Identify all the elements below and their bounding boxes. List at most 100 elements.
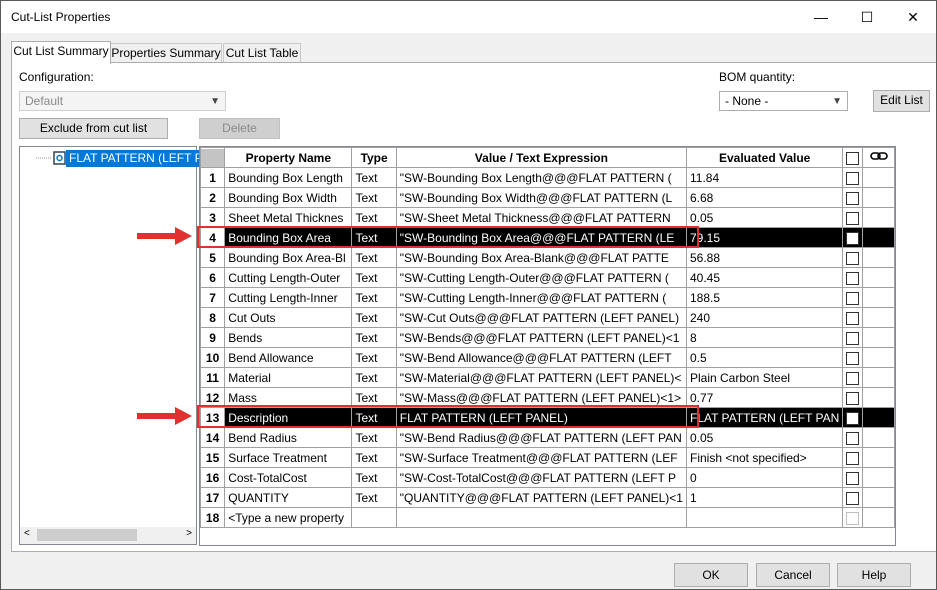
select-all-checkbox[interactable] [846,151,860,165]
include-checkbox-cell[interactable] [842,287,864,308]
type-cell[interactable]: Text [351,367,397,388]
table-row[interactable]: 6 Cutting Length-Outer Text "SW-Cutting Len… [200,267,895,288]
include-checkbox[interactable] [846,431,860,445]
include-checkbox[interactable] [846,251,860,265]
property-name-cell[interactable]: Bounding Box Length [224,167,353,188]
include-checkbox-cell[interactable] [842,367,864,388]
value-expression-cell[interactable]: FLAT PATTERN (LEFT PANEL) [395,407,687,428]
property-name-cell[interactable]: Cutting Length-Inner [224,287,353,308]
exclude-from-cut-list-button[interactable]: Exclude from cut list [19,118,168,139]
scroll-left-icon[interactable]: < [24,528,30,539]
include-checkbox[interactable] [846,191,860,205]
include-checkbox[interactable] [846,491,860,505]
table-row[interactable]: 10 Bend Allowance Text "SW-Bend Allowance@@… [200,347,895,368]
delete-button[interactable]: Delete [199,118,280,139]
property-name-cell[interactable]: Cutting Length-Outer [224,267,353,288]
include-checkbox-cell[interactable] [842,227,864,248]
evaluated-value-cell[interactable]: 0.05 [685,207,844,228]
evaluated-value-cell[interactable]: 240 [685,307,844,328]
link-cell[interactable] [862,187,895,208]
include-checkbox[interactable] [846,471,860,485]
evaluated-value-cell[interactable]: Plain Carbon Steel [685,367,844,388]
link-cell[interactable] [862,327,895,348]
link-cell[interactable] [862,247,895,268]
type-cell[interactable]: Text [351,347,397,368]
table-row[interactable]: 8 Cut Outs Text "SW-Cut Outs@@@FLAT PATTERN… [200,307,895,328]
evaluated-value-cell[interactable]: 40.45 [685,267,844,288]
type-cell[interactable]: Text [351,407,397,428]
type-cell[interactable]: Text [351,447,397,468]
column-header-checkbox[interactable] [842,147,864,168]
include-checkbox-cell[interactable] [842,347,864,368]
type-cell[interactable]: Text [351,187,397,208]
include-checkbox-cell[interactable] [842,407,864,428]
value-expression-cell[interactable]: "SW-Bend Allowance@@@FLAT PATTERN (LEFT [395,347,687,368]
link-cell[interactable] [862,167,895,188]
table-row[interactable]: 15 Surface Treatment Text "SW-Surface Treat… [200,447,895,468]
tab-cut-list-table[interactable]: Cut List Table [223,43,301,63]
cancel-button[interactable]: Cancel [756,563,830,587]
include-checkbox-cell[interactable] [842,167,864,188]
include-checkbox[interactable] [846,331,860,345]
link-cell[interactable] [862,307,895,328]
table-row[interactable]: 17 QUANTITY Text "QUANTITY@@@FLAT PATTERN (… [200,487,895,508]
link-cell[interactable] [862,447,895,468]
maximize-button[interactable]: ☐ [844,1,890,33]
bom-quantity-select[interactable]: - None - ▼ [719,91,848,111]
value-expression-cell[interactable]: "SW-Bends@@@FLAT PATTERN (LEFT PANEL)<1 [395,327,687,348]
column-header-property-name[interactable]: Property Name [224,147,353,168]
value-expression-cell[interactable]: "SW-Bounding Box Area@@@FLAT PATTERN (LE [395,227,687,248]
include-checkbox-cell[interactable] [842,307,864,328]
include-checkbox[interactable] [846,451,860,465]
include-checkbox[interactable] [846,211,860,225]
table-row[interactable]: 14 Bend Radius Text "SW-Bend Radius@@@FLAT … [200,427,895,448]
include-checkbox[interactable] [846,391,860,405]
evaluated-value-cell[interactable]: 56.88 [685,247,844,268]
include-checkbox-cell[interactable] [842,487,864,508]
configuration-select[interactable]: Default ▼ [19,91,226,111]
include-checkbox[interactable] [846,511,860,525]
property-name-cell[interactable]: <Type a new property [224,507,353,528]
value-expression-cell[interactable]: "QUANTITY@@@FLAT PATTERN (LEFT PANEL)<1 [395,487,687,508]
type-cell[interactable]: Text [351,427,397,448]
include-checkbox-cell[interactable] [842,507,864,528]
property-name-cell[interactable]: Bounding Box Area [224,227,353,248]
type-cell[interactable]: Text [351,487,397,508]
column-header-evaluated-value[interactable]: Evaluated Value [685,147,844,168]
evaluated-value-cell[interactable]: 11.84 [685,167,844,188]
property-name-cell[interactable]: Description [224,407,353,428]
value-expression-cell[interactable]: "SW-Bounding Box Area-Blank@@@FLAT PATTE [395,247,687,268]
tree-item-flat-pattern[interactable]: FLAT PATTERN (LEFT PAN [34,149,222,167]
table-row[interactable]: 11 Material Text "SW-Material@@@FLAT PATTER… [200,367,895,388]
include-checkbox[interactable] [846,411,860,425]
include-checkbox-cell[interactable] [842,327,864,348]
evaluated-value-cell[interactable]: 0 [685,467,844,488]
table-row[interactable]: 13 Description Text FLAT PATTERN (LEFT PANE… [200,407,895,428]
include-checkbox-cell[interactable] [842,187,864,208]
property-name-cell[interactable]: Bends [224,327,353,348]
close-button[interactable]: ✕ [890,1,936,33]
include-checkbox[interactable] [846,171,860,185]
include-checkbox[interactable] [846,311,860,325]
scroll-right-icon[interactable]: > [186,528,192,539]
type-cell[interactable]: Text [351,307,397,328]
link-cell[interactable] [862,427,895,448]
link-cell[interactable] [862,227,895,248]
property-name-cell[interactable]: Material [224,367,353,388]
table-row[interactable]: 4 Bounding Box Area Text "SW-Bounding Box A… [200,227,895,248]
link-cell[interactable] [862,287,895,308]
evaluated-value-cell[interactable]: FLAT PATTERN (LEFT PAN [685,407,844,428]
column-header-link[interactable] [862,147,895,168]
table-row[interactable]: 9 Bends Text "SW-Bends@@@FLAT PATTERN (LEFT… [200,327,895,348]
link-cell[interactable] [862,207,895,228]
table-row[interactable]: 3 Sheet Metal Thicknes Text "SW-Sheet Metal… [200,207,895,228]
type-cell[interactable]: Text [351,167,397,188]
help-button[interactable]: Help [837,563,911,587]
link-cell[interactable] [862,507,895,528]
property-name-cell[interactable]: QUANTITY [224,487,353,508]
include-checkbox-cell[interactable] [842,467,864,488]
evaluated-value-cell[interactable]: 6.68 [685,187,844,208]
property-name-cell[interactable]: Bounding Box Width [224,187,353,208]
property-name-cell[interactable]: Cut Outs [224,307,353,328]
link-cell[interactable] [862,407,895,428]
